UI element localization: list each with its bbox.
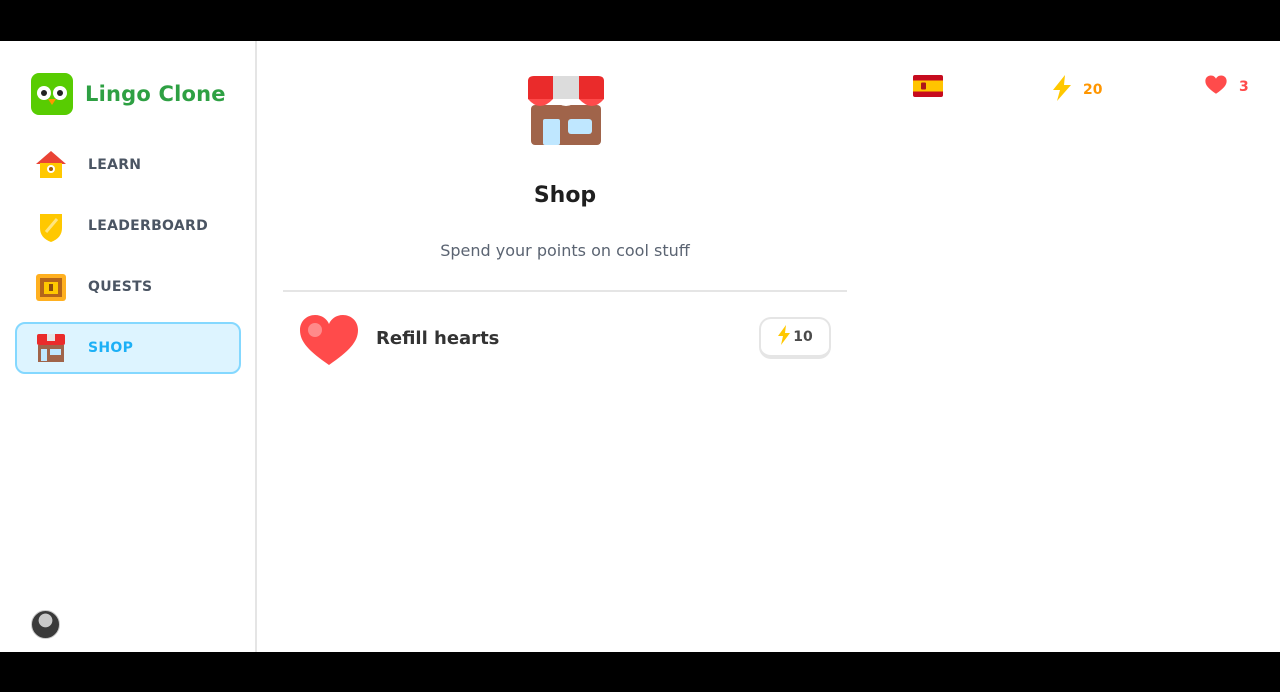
divider	[283, 290, 847, 292]
shop-panel: Shop Spend your points on cool stuff Ref…	[283, 41, 847, 652]
heart-icon	[299, 315, 359, 367]
refill-cost: 10	[793, 329, 813, 345]
brand-name: Lingo Clone	[85, 82, 226, 106]
shop-icon	[526, 75, 606, 147]
heart-icon	[1205, 75, 1227, 99]
sidebar-nav: LEARN LEADERBOARD QUESTS SHOP	[15, 139, 241, 383]
hearts-value: 3	[1239, 79, 1249, 95]
course-flag-button[interactable]	[913, 75, 943, 101]
sidebar-item-label: LEADERBOARD	[88, 218, 209, 234]
refill-hearts-button[interactable]: 10	[759, 317, 831, 359]
sidebar-item-label: LEARN	[88, 157, 142, 173]
points-value: 20	[1083, 82, 1103, 98]
user-avatar[interactable]	[31, 610, 60, 639]
points-counter[interactable]: 20	[1051, 75, 1102, 105]
sidebar-item-label: QUESTS	[88, 279, 153, 295]
hearts-counter[interactable]: 3	[1205, 75, 1249, 99]
brand[interactable]: Lingo Clone	[31, 73, 226, 115]
page-subtitle: Spend your points on cool stuff	[440, 241, 690, 260]
house-icon	[33, 147, 69, 183]
chest-icon	[33, 269, 69, 305]
lightning-icon	[777, 325, 791, 349]
sidebar-item-leaderboard[interactable]: LEADERBOARD	[15, 200, 241, 252]
owl-logo-icon	[31, 73, 73, 115]
sidebar-item-label: SHOP	[88, 340, 134, 356]
shop-icon	[33, 330, 69, 366]
shop-item-refill-hearts: Refill hearts 10	[299, 313, 831, 367]
sidebar-item-shop[interactable]: SHOP	[15, 322, 241, 374]
sidebar: Lingo Clone LEARN LEADERBOARD QUESTS SHO…	[0, 41, 257, 652]
page-title: Shop	[533, 183, 597, 208]
shield-icon	[33, 208, 69, 244]
app-viewport: Lingo Clone LEARN LEADERBOARD QUESTS SHO…	[0, 41, 1280, 652]
lightning-icon	[1051, 75, 1073, 105]
spain-flag-icon	[913, 75, 943, 101]
sidebar-item-learn[interactable]: LEARN	[15, 139, 241, 191]
shop-item-label: Refill hearts	[376, 328, 500, 349]
sidebar-item-quests[interactable]: QUESTS	[15, 261, 241, 313]
